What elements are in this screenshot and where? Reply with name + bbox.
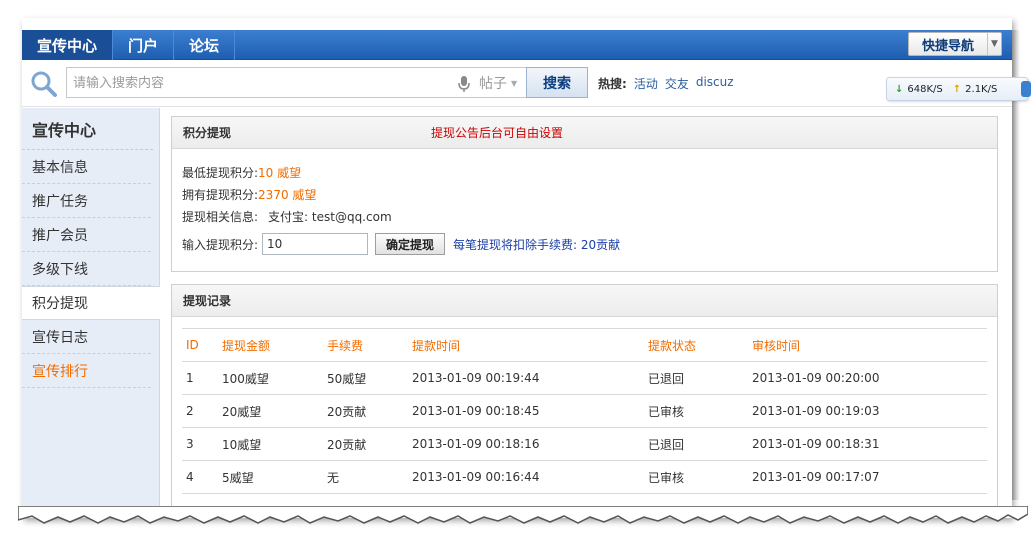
microphone-icon[interactable] [457, 75, 471, 93]
upload-speed: 2.1K/S [965, 83, 998, 95]
column-header: ID [182, 328, 218, 362]
top-nav-item[interactable]: 宣传中心 [22, 30, 114, 60]
table-cell: 无 [323, 460, 408, 494]
quick-nav-button[interactable]: 快捷导航 ▼ [908, 32, 1002, 56]
withdraw-panel: 积分提现 提现公告后台可自由设置 最低提现积分: 10 威望 拥有提现积分: 2… [171, 116, 998, 272]
search-icon [31, 71, 57, 97]
min-withdraw-row: 最低提现积分: 10 威望 [182, 161, 997, 183]
top-nav-item[interactable]: 门户 [113, 30, 175, 60]
sidebar-item[interactable]: 宣传排行 [22, 354, 151, 388]
column-header: 手续费 [323, 328, 408, 362]
table-cell: 3 [182, 427, 218, 461]
sidebar-item[interactable]: 基本信息 [22, 150, 151, 184]
table-cell: 已审核 [644, 394, 748, 428]
table-row: 3 10威望 20贡献 2013-01-09 00:18:16 已退回 2013-01-0… [182, 427, 987, 461]
withdraw-account-value: 支付宝: test@qq.com [268, 209, 392, 224]
table-header-row: ID 提现金额 手续费 提款时间 提款状态 审核时间 [182, 328, 987, 362]
hot-search-label: 热搜: [598, 77, 627, 91]
top-nav: 宣传中心 门户 论坛 [22, 30, 1012, 60]
min-withdraw-label: 最低提现积分: [182, 165, 259, 180]
chevron-down-icon: ▼ [987, 33, 1001, 55]
sidebar-title: 宣传中心 [22, 108, 153, 150]
table-cell: 已退回 [644, 427, 748, 461]
quick-nav-label: 快捷导航 [921, 38, 974, 54]
sidebar: 宣传中心 基本信息 推广任务 推广会员 多级下线 积分提现 宣传日志 宣传排行 [22, 108, 160, 518]
sidebar-item[interactable]: 推广会员 [22, 218, 151, 252]
withdraw-form: 输入提现积分: 10 确定提现 每笔提现将扣除手续费: 20贡献 [182, 229, 997, 259]
sidebar-item[interactable]: 多级下线 [22, 252, 151, 286]
table-cell: 20贡献 [323, 394, 408, 428]
table-cell: 5威望 [218, 460, 323, 494]
table-cell: 10威望 [218, 427, 323, 461]
column-header: 提款状态 [644, 328, 748, 362]
table-cell: 4 [182, 460, 218, 494]
withdraw-amount-input[interactable]: 10 [262, 233, 369, 255]
table-cell: 2013-01-09 00:17:07 [748, 460, 987, 494]
search-type-value: 帖子 [479, 76, 507, 92]
hot-search-link[interactable]: 活动 [634, 75, 658, 92]
search-type-select[interactable]: 帖子 ▼ [479, 73, 529, 93]
search-button[interactable]: 搜索 [526, 67, 588, 98]
hot-search-link[interactable]: 交友 [665, 75, 689, 92]
owned-points-label: 拥有提现积分: [182, 187, 259, 202]
table-cell: 已审核 [644, 460, 748, 494]
speed-widget-handle[interactable] [1021, 81, 1031, 97]
table-cell: 1 [182, 361, 218, 395]
search-input[interactable] [73, 74, 453, 92]
owned-points-value: 2370 威望 [258, 187, 317, 202]
column-header: 审核时间 [748, 328, 987, 362]
table-cell: 20贡献 [323, 427, 408, 461]
withdraw-account-label: 提现相关信息: [182, 209, 259, 224]
table-cell: 2013-01-09 00:16:44 [408, 460, 644, 494]
withdraw-account-row: 提现相关信息: 支付宝: test@qq.com [182, 205, 997, 227]
chevron-down-icon: ▼ [511, 78, 518, 88]
table-cell: 100威望 [218, 361, 323, 395]
arrow-up-icon: ↑ [952, 83, 962, 95]
table-cell: 2 [182, 394, 218, 428]
min-withdraw-value: 10 威望 [258, 165, 302, 180]
withdraw-panel-header: 积分提现 提现公告后台可自由设置 [172, 117, 997, 149]
sidebar-item[interactable]: 推广任务 [22, 184, 151, 218]
table-cell: 20威望 [218, 394, 323, 428]
download-speed: 648K/S [907, 83, 943, 95]
sidebar-item[interactable]: 宣传日志 [22, 320, 151, 354]
torn-edge [18, 506, 1028, 524]
arrow-down-icon: ↓ [895, 83, 904, 95]
table-row: 1 100威望 50威望 2013-01-09 00:19:44 已退回 2013-01-… [182, 361, 987, 395]
fee-note: 每笔提现将扣除手续费: 20贡献 [453, 237, 621, 252]
table-cell: 2013-01-09 00:19:03 [748, 394, 987, 428]
table-cell: 2013-01-09 00:18:45 [408, 394, 644, 428]
withdraw-amount-label: 输入提现积分: [182, 237, 259, 252]
records-panel: 提现记录 ID 提现金额 手续费 提款时间 提款状态 审核时间 1 100威望 50威望 2013… [171, 284, 998, 508]
table-cell: 2013-01-09 00:20:00 [748, 361, 987, 395]
search-bar: 帖子 ▼ 搜索 热搜: 活动 交友 discuz [22, 61, 1012, 107]
hot-searches: 热搜: 活动 交友 discuz [598, 75, 734, 92]
table-row: 4 5威望无 2013-01-09 00:16:44 已审核 2013-01-09 00… [182, 460, 987, 494]
top-nav-bar: 宣传中心 门户 论坛 快捷导航 ▼ [22, 30, 1012, 60]
withdraw-notice: 提现公告后台可自由设置 [431, 126, 564, 140]
confirm-withdraw-button[interactable]: 确定提现 [375, 233, 446, 255]
column-header: 提款时间 [408, 328, 644, 362]
table-row: 2 20威望 20贡献 2013-01-09 00:18:45 已审核 2013-01-0… [182, 394, 987, 428]
records-table: ID 提现金额 手续费 提款时间 提款状态 审核时间 1 100威望 50威望 2013-01-0… [182, 328, 987, 494]
sidebar-item[interactable]: 积分提现 [22, 286, 160, 320]
network-speed-widget: ↓ 648K/S ↑ 2.1K/S [886, 77, 1031, 101]
withdraw-panel-title: 积分提现 [183, 126, 232, 140]
top-nav-item[interactable]: 论坛 [174, 30, 236, 60]
records-panel-title: 提现记录 [183, 294, 232, 308]
sidebar-menu: 基本信息 推广任务 推广会员 多级下线 积分提现 宣传日志 宣传排行 [22, 150, 160, 388]
owned-points-row: 拥有提现积分: 2370 威望 [182, 183, 997, 205]
withdraw-info: 最低提现积分: 10 威望 拥有提现积分: 2370 威望 提现相关信息: 支付… [172, 149, 997, 259]
table-cell: 2013-01-09 00:19:44 [408, 361, 644, 395]
table-cell: 2013-01-09 00:18:31 [748, 427, 987, 461]
table-cell: 50威望 [323, 361, 408, 395]
records-panel-header: 提现记录 [172, 285, 997, 317]
table-cell: 已退回 [644, 361, 748, 395]
column-header: 提现金额 [218, 328, 323, 362]
search-box: 帖子 ▼ [66, 67, 544, 98]
hot-search-link[interactable]: discuz [696, 75, 734, 92]
table-cell: 2013-01-09 00:18:16 [408, 427, 644, 461]
page-frame: 宣传中心门户论坛 快捷导航 ▼ 帖子 ▼ 搜索 热搜: 活动 [22, 18, 1012, 518]
